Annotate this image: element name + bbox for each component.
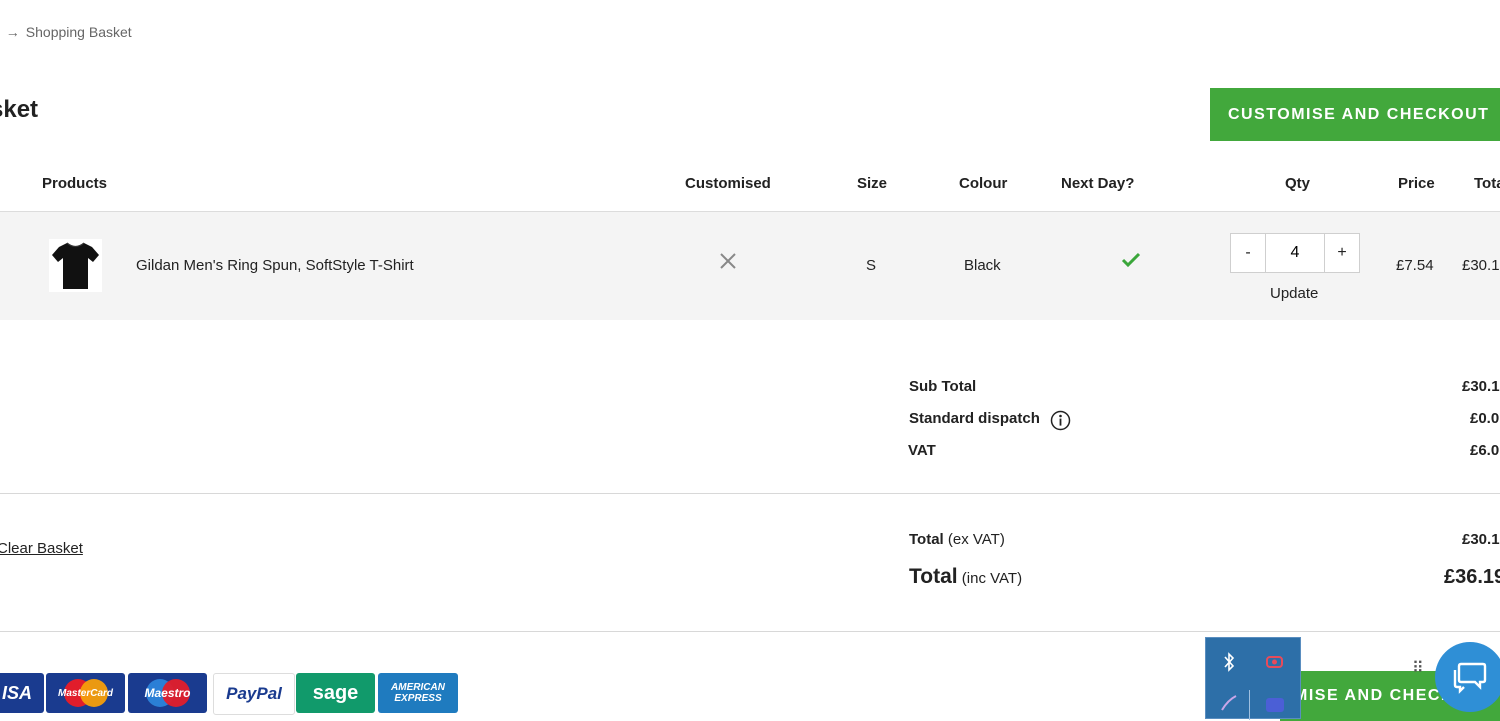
total-inc-vat-title: Total <box>909 565 958 588</box>
total-inc-vat-value: £36.19 <box>1444 566 1500 588</box>
bluetooth-icon[interactable] <box>1222 652 1236 677</box>
header-products: Products <box>42 175 108 192</box>
quantity-stepper: - + <box>1230 233 1360 273</box>
breadcrumb-current: Shopping Basket <box>25 24 132 40</box>
total-ex-vat-title: Total <box>909 531 944 548</box>
product-total: £30.1 <box>1462 257 1500 274</box>
info-icon[interactable] <box>1050 410 1071 436</box>
header-customised: Customised <box>685 175 771 192</box>
sage-logo: sage <box>296 673 375 713</box>
standard-dispatch-label: Standard dispatch <box>909 410 1040 427</box>
visa-logo: ISA <box>0 673 44 713</box>
header-qty: Qty <box>1285 175 1311 192</box>
chat-button[interactable] <box>1435 642 1500 712</box>
product-price: £7.54 <box>1396 257 1434 274</box>
product-name[interactable]: Gildan Men's Ring Spun, SoftStyle T-Shir… <box>136 257 414 274</box>
header-next-day: Next Day? <box>1061 175 1135 192</box>
tray-divider <box>1249 690 1250 720</box>
update-button[interactable]: Update <box>1270 285 1318 302</box>
total-ex-vat-value: £30.1 <box>1462 531 1500 548</box>
product-thumbnail[interactable] <box>49 239 102 292</box>
header-size: Size <box>857 175 888 192</box>
feather-icon[interactable] <box>1220 694 1238 717</box>
product-size: S <box>866 257 877 274</box>
american-express-logo: AMERICAN EXPRESS <box>378 673 458 713</box>
header-total: Total <box>1474 175 1500 192</box>
total-ex-vat-label: Total (ex VAT) <box>909 531 1005 548</box>
product-colour: Black <box>964 257 1001 274</box>
qty-decrease-button[interactable]: - <box>1231 234 1266 272</box>
total-inc-vat-suffix: (inc VAT) <box>961 570 1023 587</box>
breadcrumb: e→Shopping Basket <box>0 24 132 40</box>
checkmark-icon <box>1121 251 1141 274</box>
sub-total-label: Sub Total <box>909 378 977 395</box>
tshirt-icon <box>52 242 99 289</box>
drag-handle-icon[interactable]: ⠿ <box>1412 661 1426 677</box>
chat-icon <box>1453 662 1487 694</box>
vat-label: VAT <box>908 442 936 459</box>
customise-and-checkout-button[interactable]: CUSTOMISE AND CHECKOUT <box>1210 88 1500 141</box>
summary-divider <box>0 493 1500 494</box>
sub-total-value: £30.1 <box>1462 378 1500 395</box>
total-inc-vat-label: Total (inc VAT) <box>909 565 1022 589</box>
system-tray-popup <box>1205 637 1301 720</box>
cross-icon <box>719 252 737 275</box>
header-colour: Colour <box>959 175 1008 192</box>
qty-input[interactable] <box>1266 234 1324 272</box>
mastercard-logo: MasterCard <box>46 673 125 713</box>
maestro-logo: Maestro <box>128 673 207 713</box>
vat-value: £6.0 <box>1470 442 1500 459</box>
breadcrumb-separator: → <box>5 24 20 40</box>
standard-dispatch-value: £0.0 <box>1470 410 1500 427</box>
app-icon[interactable] <box>1266 698 1284 712</box>
footer-divider <box>0 631 1500 632</box>
header-price: Price <box>1398 175 1435 192</box>
total-ex-vat-suffix: (ex VAT) <box>947 531 1005 548</box>
clear-basket-link[interactable]: Clear Basket <box>0 540 83 557</box>
page-title: sket <box>0 96 39 123</box>
qty-increase-button[interactable]: + <box>1324 234 1359 272</box>
recording-icon[interactable] <box>1265 654 1287 675</box>
